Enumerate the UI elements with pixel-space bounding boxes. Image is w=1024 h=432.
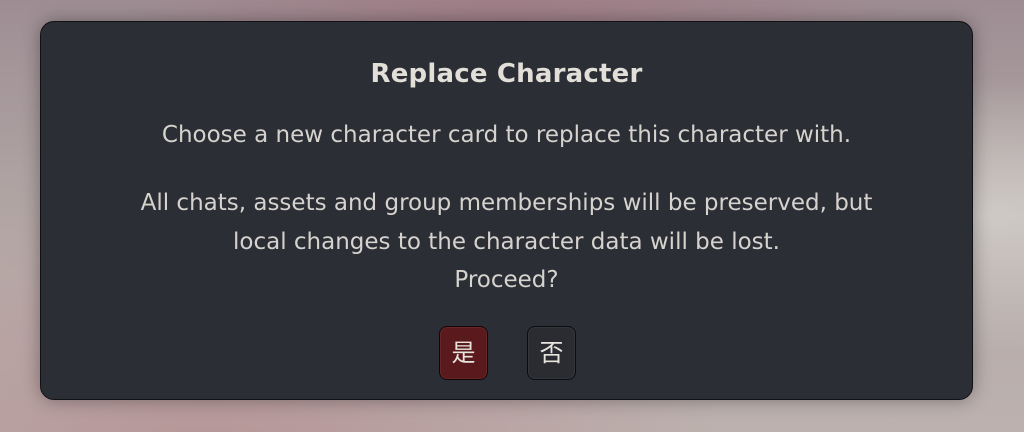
dialog-subtitle: Choose a new character card to replace t… bbox=[161, 122, 852, 148]
dialog-body-line-2: local changes to the character data will… bbox=[233, 229, 780, 255]
cancel-no-button[interactable]: 否 bbox=[527, 326, 576, 380]
dialog-proceed-question: Proceed? bbox=[454, 267, 559, 293]
replace-character-dialog: Replace Character Choose a new character… bbox=[40, 21, 973, 400]
confirm-yes-button[interactable]: 是 bbox=[439, 326, 488, 380]
dialog-body-line-1: All chats, assets and group memberships … bbox=[140, 190, 873, 216]
dialog-title: Replace Character bbox=[370, 59, 643, 89]
